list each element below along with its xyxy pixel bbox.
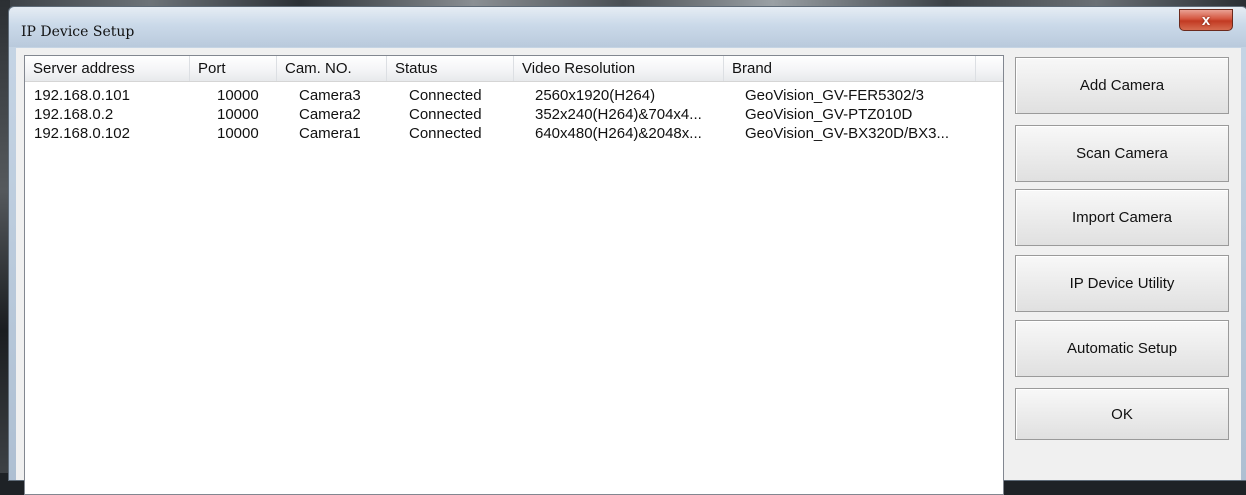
window-title: IP Device Setup xyxy=(21,24,135,40)
cell-server-address: 192.168.0.2 xyxy=(34,106,114,123)
cell-port: 10000 xyxy=(217,125,259,142)
cell-video-resolution: 640x480(H264)&2048x... xyxy=(535,125,702,142)
table-row[interactable]: 192.168.0.2 10000 Camera2 Connected 352x… xyxy=(25,105,1003,124)
table-row[interactable]: 192.168.0.102 10000 Camera1 Connected 64… xyxy=(25,124,1003,143)
cell-cam-no: Camera1 xyxy=(299,125,361,142)
automatic-setup-button[interactable]: Automatic Setup xyxy=(1015,320,1229,377)
close-icon: x xyxy=(1201,11,1211,29)
column-header-server-address[interactable]: Server address xyxy=(25,56,190,81)
close-button[interactable]: x xyxy=(1179,9,1233,31)
cell-cam-no: Camera2 xyxy=(299,106,361,123)
add-camera-button[interactable]: Add Camera xyxy=(1015,57,1229,114)
cell-brand: GeoVision_GV-PTZ010D xyxy=(745,106,913,123)
column-header-status[interactable]: Status xyxy=(387,56,514,81)
cell-cam-no: Camera3 xyxy=(299,87,361,104)
cell-port: 10000 xyxy=(217,87,259,104)
ip-device-setup-window: IP Device Setup x Server address Port Ca… xyxy=(8,6,1246,495)
cell-video-resolution: 352x240(H264)&704x4... xyxy=(535,106,702,123)
title-bar[interactable]: IP Device Setup x xyxy=(9,7,1246,47)
column-header-brand[interactable]: Brand xyxy=(724,56,976,81)
cell-port: 10000 xyxy=(217,106,259,123)
dialog-body: Server address Port Cam. NO. Status Vide… xyxy=(16,48,1241,495)
cell-status: Connected xyxy=(409,125,482,142)
cell-server-address: 192.168.0.101 xyxy=(34,87,130,104)
import-camera-button[interactable]: Import Camera xyxy=(1015,189,1229,246)
column-header-cam-no[interactable]: Cam. NO. xyxy=(277,56,387,81)
list-header: Server address Port Cam. NO. Status Vide… xyxy=(25,56,1003,82)
column-header-port[interactable]: Port xyxy=(190,56,277,81)
cell-video-resolution: 2560x1920(H264) xyxy=(535,87,656,104)
ok-button[interactable]: OK xyxy=(1015,388,1229,440)
column-header-video-resolution[interactable]: Video Resolution xyxy=(514,56,724,81)
table-row[interactable]: 192.168.0.101 10000 Camera3 Connected 25… xyxy=(25,86,1003,105)
cell-status: Connected xyxy=(409,87,482,104)
cell-status: Connected xyxy=(409,106,482,123)
cell-brand: GeoVision_GV-BX320D/BX3... xyxy=(745,125,950,142)
cell-brand: GeoVision_GV-FER5302/3 xyxy=(745,87,924,104)
cell-server-address: 192.168.0.102 xyxy=(34,125,130,142)
scan-camera-button[interactable]: Scan Camera xyxy=(1015,125,1229,182)
ip-device-utility-button[interactable]: IP Device Utility xyxy=(1015,255,1229,312)
camera-list[interactable]: Server address Port Cam. NO. Status Vide… xyxy=(24,55,1004,495)
